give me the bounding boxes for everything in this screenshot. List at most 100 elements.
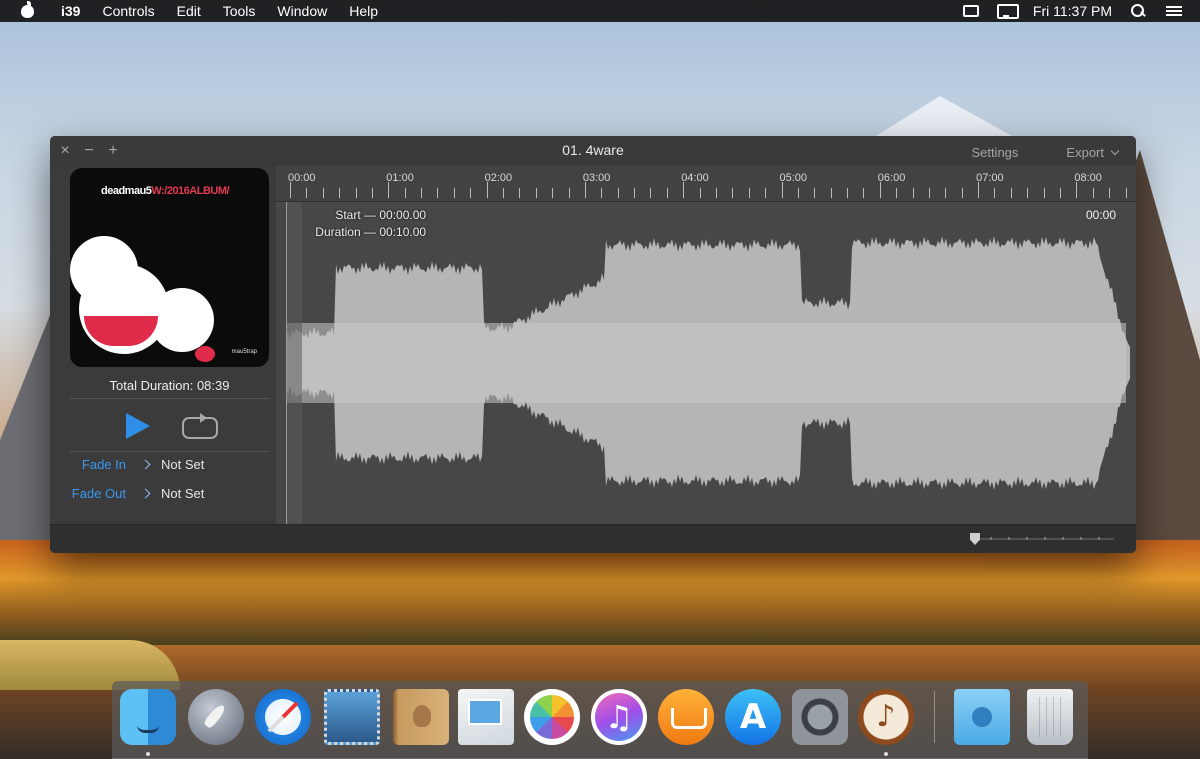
chevron-right-icon[interactable] [140,488,151,498]
zoom-slider-step [990,537,992,540]
fade-in-row[interactable]: Fade In Not Set [70,453,269,475]
selection-playhead[interactable] [286,202,302,524]
status-flag-icon[interactable] [961,4,979,18]
ruler-tick [961,188,963,198]
preview-icon[interactable] [458,689,514,745]
ruler-tick [290,182,291,198]
ruler-tick [617,188,619,198]
ruler-tick [863,188,865,198]
dock [112,681,1088,759]
i39-icon[interactable] [858,689,914,745]
fade-in-label[interactable]: Fade In [70,457,126,472]
fade-out-label[interactable]: Fade Out [70,486,126,501]
ruler-tick [830,188,832,198]
ruler-label: 02:00 [484,172,513,184]
ruler-tick [502,188,504,198]
menu-bar-status-area: Fri 11:37 PM [961,3,1200,19]
mail-icon[interactable] [324,689,380,745]
album-art-signature: mau5trap [231,349,257,355]
itunes-icon[interactable] [591,689,647,745]
ruler-tick [486,182,488,198]
ruler-tick [1060,188,1062,198]
fade-out-value: Not Set [161,485,205,501]
selection-info: Start — 00:00.00 Duration — 00:10.00 [306,208,426,239]
ruler-tick [912,188,914,198]
zoom-slider-track[interactable] [972,537,1114,540]
zoom-slider-knob[interactable] [970,533,980,545]
ruler-tick [535,188,537,198]
ruler-label: 06:00 [877,172,906,184]
ruler-tick [322,188,324,198]
ruler-tick [650,188,652,198]
photos-icon[interactable] [524,689,580,745]
menu-window[interactable]: Window [266,0,338,22]
zoom-slider-step [1098,537,1100,540]
settings-button[interactable]: Settings [971,145,1018,160]
trash-icon[interactable] [1027,689,1073,745]
ruler-tick [552,188,554,198]
start-value: 00:00.00 [379,208,427,222]
chevron-down-icon [1110,146,1120,156]
audio-waveform[interactable] [276,203,1136,524]
ruler-tick [421,188,423,198]
ruler-tick [928,188,930,198]
ruler-tick [470,188,472,198]
zoom-slider-step [1080,537,1082,540]
ibooks-icon[interactable] [658,689,714,745]
window-titlebar: × − + 01. 4ware Settings Export [50,136,1136,166]
contacts-icon[interactable] [393,689,449,745]
downloads-folder-icon[interactable] [954,689,1010,745]
ruler-tick [1125,188,1127,198]
ruler-tick [814,188,816,198]
safari-icon[interactable] [255,689,311,745]
play-button[interactable] [122,411,152,441]
waveform-editor[interactable]: 00:00 01:00 02:00 03:00 04:00 05:00 06:00 07:00… [276,166,1136,524]
chevron-right-icon[interactable] [140,459,151,469]
ruler-label: 04:00 [681,172,709,184]
ruler-tick [765,188,767,198]
zoom-icon[interactable]: + [107,143,119,159]
zoom-slider-step [1026,537,1028,540]
ruler-tick [781,182,783,198]
menu-edit[interactable]: Edit [166,0,212,22]
duration-value: 00:10.00 [379,225,427,239]
track-sidebar: deadmau5W:/2016ALBUM/ mau5trap Total Dur… [50,166,274,524]
menu-help[interactable]: Help [338,0,389,22]
start-label: Start — [335,208,376,222]
album-art-text: deadmau5W:/2016ALBUM/ [101,185,230,197]
ruler-label: 05:00 [779,172,808,184]
launchpad-icon[interactable] [188,689,244,745]
airplay-display-icon[interactable] [996,4,1019,19]
menu-clock[interactable]: Fri 11:37 PM [1033,3,1112,19]
ruler-tick [797,188,799,198]
notification-center-icon[interactable] [1166,4,1182,18]
ruler-label: 07:00 [976,172,1004,184]
ruler-tick [453,188,455,198]
running-indicator [884,752,888,756]
ruler-tick [1076,182,1078,198]
ruler-tick [404,188,406,198]
waveform-core [286,323,1126,403]
app-store-icon[interactable] [725,689,781,745]
ruler-tick [568,188,570,198]
minimize-icon[interactable]: − [83,143,95,159]
fade-in-value: Not Set [161,456,205,472]
apple-menu-icon[interactable] [18,0,38,22]
loop-button[interactable] [180,412,218,440]
menu-tools[interactable]: Tools [212,0,267,22]
system-preferences-icon[interactable] [792,689,848,745]
fade-out-row[interactable]: Fade Out Not Set [70,482,269,504]
ruler-label: 08:00 [1074,172,1102,184]
time-ruler[interactable]: 00:00 01:00 02:00 03:00 04:00 05:00 06:00 07:00… [276,166,1136,202]
ruler-tick [1027,188,1029,198]
export-button[interactable]: Export [1066,145,1120,160]
ruler-label: 00:00 [288,172,316,184]
close-icon[interactable]: × [59,143,71,159]
menu-app-name[interactable]: i39 [50,0,91,22]
zoom-slider-step [1044,537,1046,540]
spotlight-search-icon[interactable] [1130,4,1148,18]
finder-icon[interactable] [120,689,176,745]
ruler-tick [339,188,341,198]
art-shape-ear-right [150,288,214,352]
menu-controls[interactable]: Controls [91,0,165,22]
